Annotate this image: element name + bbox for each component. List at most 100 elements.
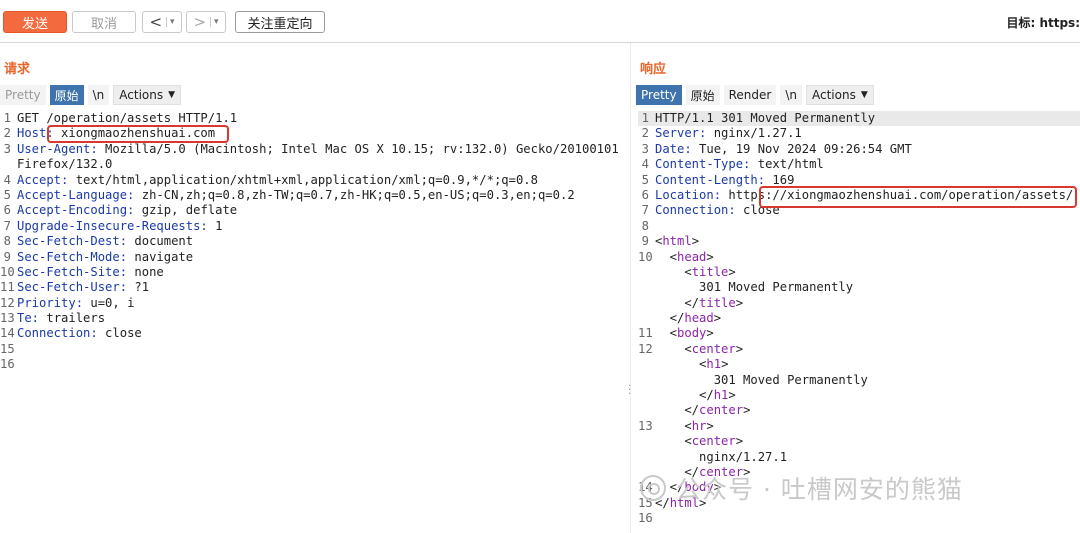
line-number: 10: [638, 249, 653, 264]
line-text: nginx/1.27.1: [655, 450, 787, 465]
line-text: <h1>: [655, 357, 728, 372]
code-text: >: [735, 341, 744, 356]
html-tag-name: center: [699, 403, 744, 418]
forward-button[interactable]: > ▾: [186, 11, 226, 33]
header-value: Mozilla/5.0 (Macintosh; Intel Mac OS X 1…: [97, 141, 619, 156]
code-line: 9 Sec-Fetch-Mode: navigate: [0, 250, 625, 265]
line-text: Sec-Fetch-Site: none: [17, 265, 164, 280]
header-value: trailers: [39, 311, 106, 326]
html-tag-name: h1: [706, 357, 722, 372]
header-value: GET /operation/assets HTTP/1.1: [17, 111, 238, 125]
line-text: </center>: [655, 403, 750, 418]
response-tab-raw[interactable]: 原始: [685, 85, 720, 105]
panel-divider[interactable]: [630, 43, 631, 533]
line-text: Sec-Fetch-Mode: navigate: [17, 250, 193, 265]
response-editor[interactable]: 1 HTTP/1.1 301 Moved Permanently 2 Server: …: [638, 111, 1080, 527]
line-text: Accept-Encoding: gzip, deflate: [17, 203, 237, 218]
request-tab-pretty[interactable]: Pretty: [0, 85, 46, 105]
header-key: Connection:: [17, 326, 98, 341]
header-key: User-Agent:: [17, 141, 98, 156]
html-tag-name: body: [677, 326, 707, 341]
code-line: </center>: [638, 403, 1080, 418]
code-text: nginx/1.27.1: [706, 126, 802, 141]
line-number: 4: [641, 157, 649, 172]
header-key: Content-Type:: [655, 157, 751, 172]
code-line: 12 <center>: [638, 342, 1080, 357]
code-line: 4 Accept: text/html,application/xhtml+xml…: [0, 173, 625, 188]
header-key: Sec-Fetch-Site:: [17, 264, 128, 279]
send-button[interactable]: 发送: [3, 11, 67, 33]
line-text: </head>: [655, 311, 721, 326]
response-tab-newline[interactable]: \n: [780, 85, 802, 105]
request-tab-raw[interactable]: 原始: [49, 85, 84, 105]
drag-handle-icon[interactable]: · · ·: [628, 382, 631, 400]
back-button[interactable]: < ▾: [142, 11, 182, 33]
code-line: 11 <body>: [638, 326, 1080, 341]
code-line: 11 Sec-Fetch-User: ?1: [0, 280, 625, 295]
follow-redirect-button[interactable]: 关注重定向: [235, 11, 325, 33]
code-text: </: [655, 295, 700, 310]
wechat-icon: [640, 475, 666, 501]
line-number: 1: [3, 111, 11, 125]
line-number: 13: [0, 311, 15, 326]
code-line: <center>: [638, 434, 1080, 449]
header-value: text/html,application/xhtml+xml,applicat…: [68, 172, 538, 187]
code-text: <: [655, 326, 678, 341]
response-actions-menu[interactable]: Actions ▼: [806, 85, 874, 105]
code-line: 8: [638, 219, 1080, 234]
code-text: >: [721, 357, 729, 372]
response-tab-render[interactable]: Render: [723, 85, 777, 105]
response-actions-label: Actions: [812, 88, 856, 102]
line-number: 9: [3, 249, 11, 264]
line-text: Content-Type: text/html: [655, 157, 824, 172]
line-text: Sec-Fetch-Dest: document: [17, 234, 193, 249]
request-tab-newline[interactable]: \n: [87, 85, 110, 105]
line-number: 4: [3, 172, 11, 187]
code-line: </h1>: [638, 388, 1080, 403]
code-line: 8 Sec-Fetch-Dest: document: [0, 234, 625, 249]
line-text: 301 Moved Permanently: [655, 280, 853, 295]
response-tab-pretty[interactable]: Pretty: [636, 85, 682, 105]
line-text: Firefox/132.0: [17, 157, 112, 172]
code-text: <: [655, 357, 707, 372]
code-text: 301 Moved Permanently: [655, 372, 868, 387]
code-text: </: [655, 403, 700, 418]
line-text: <title>: [655, 264, 735, 280]
response-panel-title: 响应: [640, 62, 667, 77]
code-line: nginx/1.27.1: [638, 450, 1080, 465]
line-number: 2: [3, 126, 11, 141]
code-line: Firefox/132.0: [0, 157, 625, 172]
code-text: >: [743, 403, 751, 418]
code-line: 13 Te: trailers: [0, 311, 625, 326]
code-line: 10 <head>: [638, 250, 1080, 265]
header-value: Firefox/132.0: [17, 157, 113, 172]
target-label: 目标: https:: [1006, 16, 1080, 30]
code-line: 2 Server: nginx/1.27.1: [638, 126, 1080, 141]
forward-arrow-icon: >: [193, 13, 207, 31]
html-tag-name: h1: [713, 388, 729, 403]
line-text: 301 Moved Permanently: [655, 373, 868, 388]
line-number: 6: [641, 187, 649, 202]
line-number: 3: [3, 141, 11, 156]
watermark-text: 公众号 · 吐槽网安的熊猫: [676, 475, 963, 504]
code-text: >: [735, 295, 744, 310]
header-value: gzip, deflate: [134, 203, 238, 218]
request-editor[interactable]: 1 GET /operation/assets HTTP/1.1 2 Host: xi…: [0, 111, 625, 373]
line-number: 11: [638, 326, 653, 341]
request-tabs: Pretty 原始 \n Actions ▼: [0, 85, 182, 105]
forward-dropdown-icon[interactable]: ▾: [210, 17, 219, 27]
header-key: Sec-Fetch-Mode:: [17, 249, 128, 264]
code-text: <: [655, 264, 692, 279]
html-tag-name: html: [662, 234, 692, 249]
cancel-button[interactable]: 取消: [72, 11, 136, 33]
toolbar: 发送 取消 < ▾ > ▾ 关注重定向 目标: https:: [0, 0, 1080, 43]
request-actions-menu[interactable]: Actions ▼: [113, 85, 182, 105]
code-line: </head>: [638, 311, 1080, 326]
back-dropdown-icon[interactable]: ▾: [166, 17, 175, 27]
line-text: Priority: u=0, i: [17, 296, 134, 311]
header-value: ?1: [127, 280, 150, 295]
html-tag-name: title: [691, 264, 729, 279]
header-value: zh-CN,zh;q=0.8,zh-TW;q=0.7,zh-HK;q=0.5,e…: [134, 187, 575, 202]
code-line: <h1>: [638, 357, 1080, 372]
header-value: none: [127, 264, 164, 279]
